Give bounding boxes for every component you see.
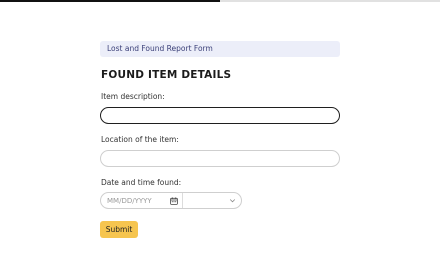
form-title-banner: Lost and Found Report Form — [100, 41, 340, 57]
calendar-icon[interactable] — [170, 196, 178, 205]
location-input[interactable] — [100, 150, 340, 167]
date-input[interactable]: MM/DD/YYYY — [101, 193, 183, 208]
progress-bar — [0, 0, 440, 2]
item-description-input[interactable] — [100, 107, 340, 124]
location-label: Location of the item: — [101, 135, 179, 144]
time-select[interactable] — [183, 193, 241, 208]
submit-button[interactable]: Submit — [100, 221, 138, 238]
chevron-down-icon — [229, 197, 236, 204]
date-time-label: Date and time found: — [101, 178, 182, 187]
date-time-field: MM/DD/YYYY — [100, 192, 242, 209]
date-placeholder: MM/DD/YYYY — [107, 196, 152, 205]
section-heading: FOUND ITEM DETAILS — [101, 69, 232, 81]
progress-bar-fill — [0, 0, 220, 2]
item-description-label: Item description: — [101, 92, 165, 101]
